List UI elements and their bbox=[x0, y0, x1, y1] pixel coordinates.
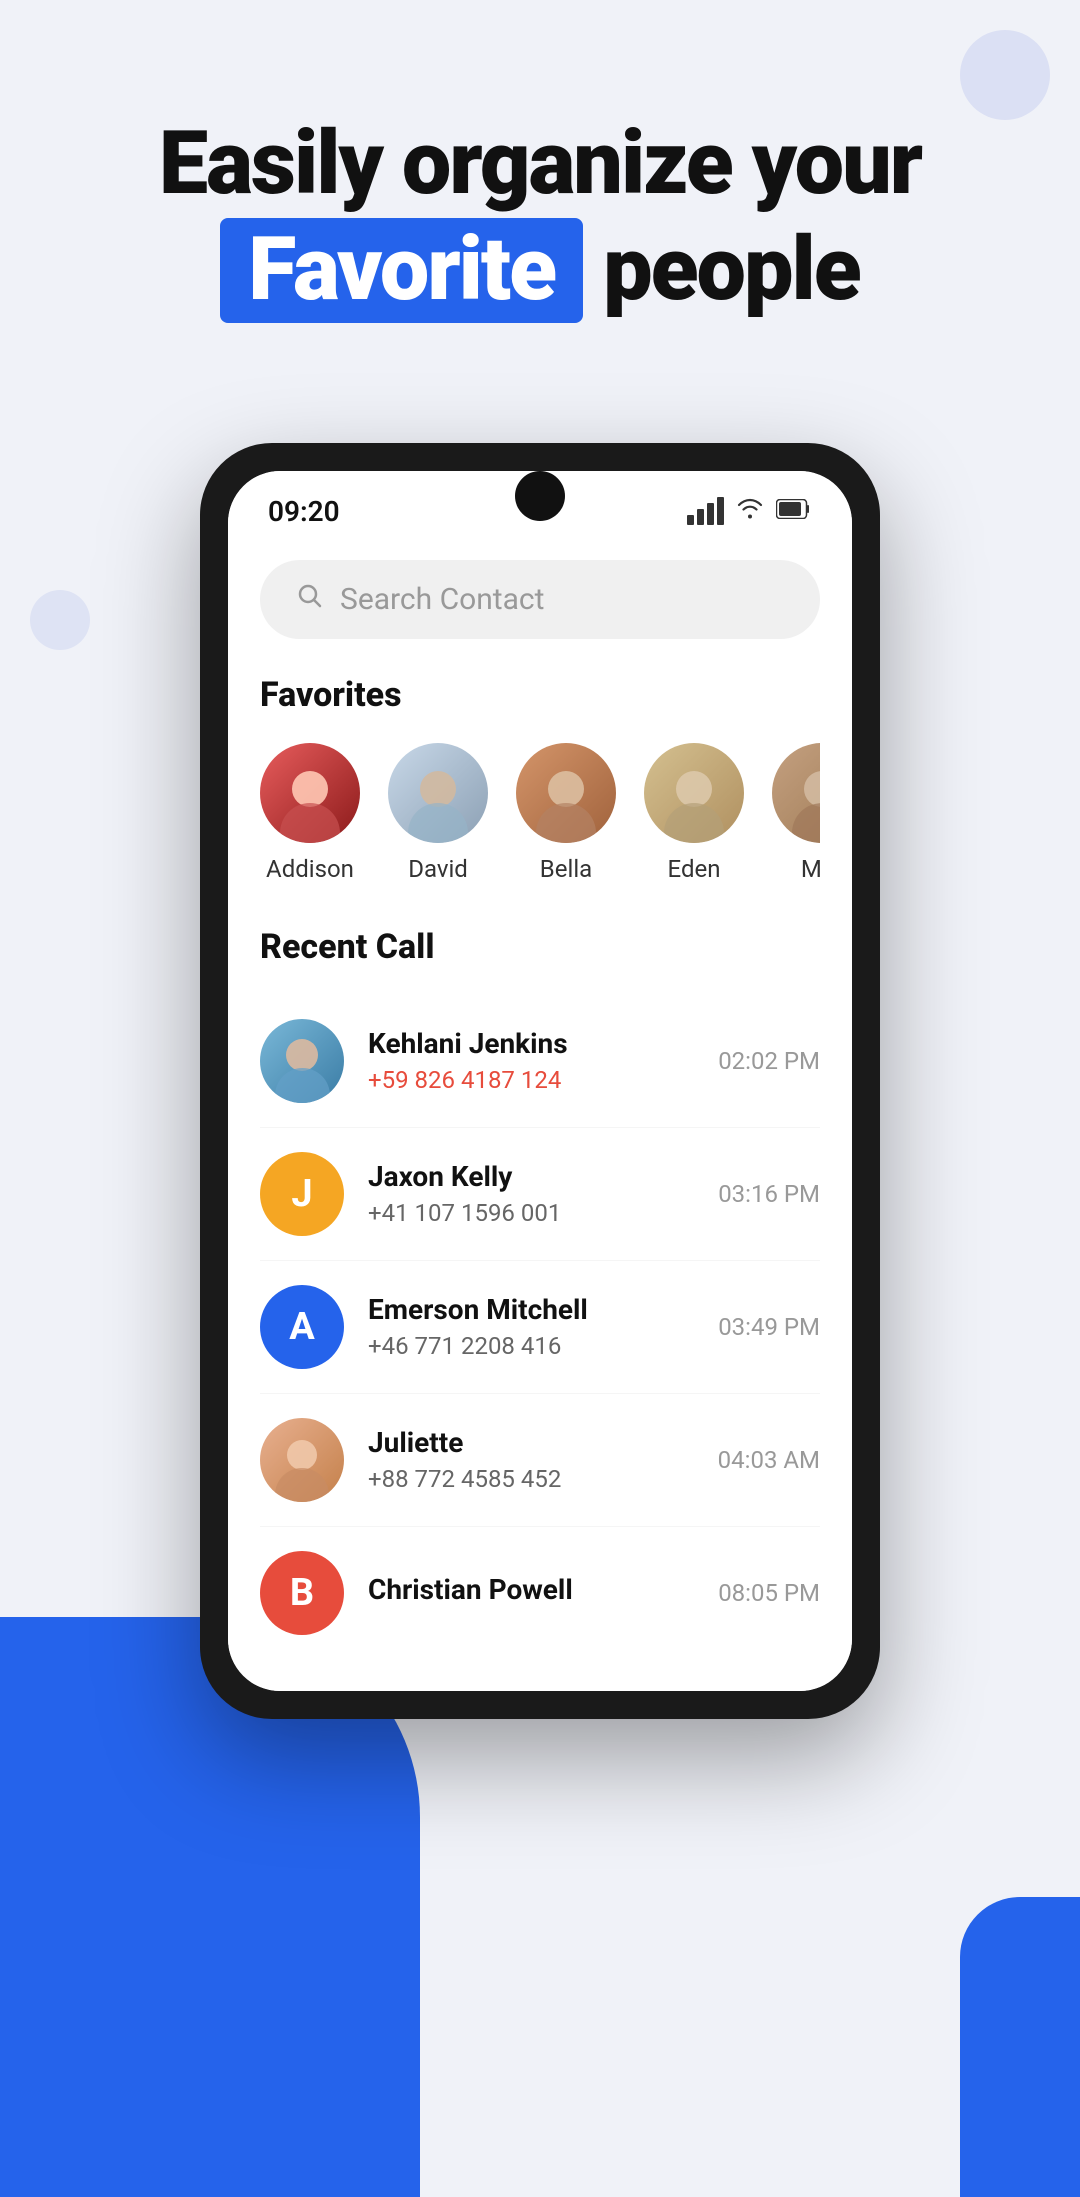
call-name-christian: Christian Powell bbox=[368, 1573, 694, 1606]
favorite-name-addison: Addison bbox=[266, 855, 354, 883]
call-item-jaxon[interactable]: J Jaxon Kelly +41 107 1596 001 03:16 PM bbox=[260, 1128, 820, 1261]
call-name-juliette: Juliette bbox=[368, 1426, 694, 1459]
call-item-christian[interactable]: B Christian Powell 08:05 PM bbox=[260, 1527, 820, 1659]
call-name-jaxon: Jaxon Kelly bbox=[368, 1160, 694, 1193]
favorites-section: Favorites Addison bbox=[260, 675, 820, 883]
avatar-bella bbox=[516, 743, 616, 843]
call-info-jaxon: Jaxon Kelly +41 107 1596 001 bbox=[368, 1160, 694, 1227]
avatar-mar bbox=[772, 743, 820, 843]
avatar-addison bbox=[260, 743, 360, 843]
search-icon bbox=[296, 582, 324, 617]
call-item-juliette[interactable]: Juliette +88 772 4585 452 04:03 AM bbox=[260, 1394, 820, 1527]
status-icons bbox=[687, 497, 812, 525]
favorite-david[interactable]: David bbox=[388, 743, 488, 883]
favorite-name-bella: Bella bbox=[540, 855, 592, 883]
call-name-emerson: Emerson Mitchell bbox=[368, 1293, 694, 1326]
call-info-juliette: Juliette +88 772 4585 452 bbox=[368, 1426, 694, 1493]
bg-blue-wave-right bbox=[960, 1897, 1080, 2197]
call-time-jaxon: 03:16 PM bbox=[718, 1180, 820, 1208]
favorite-addison[interactable]: Addison bbox=[260, 743, 360, 883]
avatar-kehlani bbox=[260, 1019, 344, 1103]
favorites-row: Addison David bbox=[260, 743, 820, 883]
favorite-name-eden: Eden bbox=[668, 855, 721, 883]
search-placeholder-text: Search Contact bbox=[340, 582, 544, 617]
avatar-juliette bbox=[260, 1418, 344, 1502]
call-item-kehlani[interactable]: Kehlani Jenkins +59 826 4187 124 02:02 P… bbox=[260, 995, 820, 1128]
status-time: 09:20 bbox=[268, 495, 340, 528]
recent-call-section: Recent Call Kehlani Jenkins bbox=[260, 927, 820, 1659]
call-time-christian: 08:05 PM bbox=[718, 1579, 820, 1607]
avatar-eden bbox=[644, 743, 744, 843]
search-bar[interactable]: Search Contact bbox=[260, 560, 820, 639]
call-number-emerson: +46 771 2208 416 bbox=[368, 1332, 694, 1360]
avatar-emerson: A bbox=[260, 1285, 344, 1369]
favorite-eden[interactable]: Eden bbox=[644, 743, 744, 883]
call-item-emerson[interactable]: A Emerson Mitchell +46 771 2208 416 03:4… bbox=[260, 1261, 820, 1394]
favorite-mar[interactable]: Mar bbox=[772, 743, 820, 883]
call-number-jaxon: +41 107 1596 001 bbox=[368, 1199, 694, 1227]
wifi-icon bbox=[736, 497, 764, 525]
hero-line2: Favorite people bbox=[60, 218, 1020, 323]
phone-mockup: 09:20 bbox=[200, 443, 880, 1719]
signal-icon bbox=[687, 497, 724, 525]
call-name-kehlani: Kehlani Jenkins bbox=[368, 1027, 694, 1060]
battery-icon bbox=[776, 499, 812, 523]
call-time-juliette: 04:03 AM bbox=[718, 1446, 820, 1474]
avatar-christian: B bbox=[260, 1551, 344, 1635]
call-time-kehlani: 02:02 PM bbox=[718, 1047, 820, 1075]
avatar-david bbox=[388, 743, 488, 843]
call-info-christian: Christian Powell bbox=[368, 1573, 694, 1612]
hero-line1: Easily organize your bbox=[60, 120, 1020, 208]
phone-content: Search Contact Favorites bbox=[228, 560, 852, 1691]
hero-section: Easily organize your Favorite people bbox=[0, 0, 1080, 383]
favorite-bella[interactable]: Bella bbox=[516, 743, 616, 883]
favorite-name-david: David bbox=[408, 855, 468, 883]
call-info-emerson: Emerson Mitchell +46 771 2208 416 bbox=[368, 1293, 694, 1360]
avatar-jaxon: J bbox=[260, 1152, 344, 1236]
call-time-emerson: 03:49 PM bbox=[718, 1313, 820, 1341]
phone-screen: 09:20 bbox=[228, 471, 852, 1691]
call-number-juliette: +88 772 4585 452 bbox=[368, 1465, 694, 1493]
phone-container: 09:20 bbox=[0, 443, 1080, 1719]
favorite-name-mar: Mar bbox=[801, 855, 820, 883]
call-number-kehlani: +59 826 4187 124 bbox=[368, 1066, 694, 1094]
favorites-header: Favorites bbox=[260, 675, 820, 715]
recent-call-list: Kehlani Jenkins +59 826 4187 124 02:02 P… bbox=[260, 995, 820, 1659]
call-info-kehlani: Kehlani Jenkins +59 826 4187 124 bbox=[368, 1027, 694, 1094]
hero-people: people bbox=[603, 222, 860, 319]
camera-notch bbox=[515, 471, 565, 521]
recent-call-header: Recent Call bbox=[260, 927, 820, 967]
hero-highlight: Favorite bbox=[220, 218, 583, 323]
